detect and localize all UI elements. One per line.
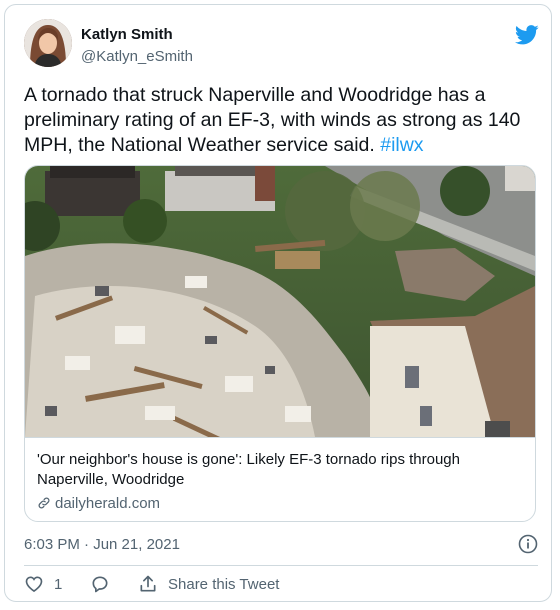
tweet-timestamp[interactable]: 6:03 PM · Jun 21, 2021 <box>24 536 180 553</box>
link-card-domain-text: dailyherald.com <box>55 495 161 512</box>
share-button[interactable]: Share this Tweet <box>138 574 279 594</box>
like-button[interactable]: 1 <box>24 574 62 594</box>
twitter-bird-icon[interactable] <box>515 25 539 45</box>
reply-button[interactable] <box>90 574 120 594</box>
share-icon <box>140 575 156 592</box>
tweet-text: A tornado that struck Naperville and Woo… <box>24 83 534 158</box>
author-handle[interactable]: @Katlyn_eSmith <box>81 48 193 65</box>
link-card-body: 'Our neighbor's house is gone': Likely E… <box>25 437 535 521</box>
divider <box>24 565 538 566</box>
author-name[interactable]: Katlyn Smith <box>81 26 173 43</box>
heart-icon <box>25 576 43 593</box>
share-label: Share this Tweet <box>168 575 280 593</box>
tweet-card: Katlyn Smith @Katlyn_eSmith A tornado th… <box>4 4 552 602</box>
reply-icon <box>92 576 108 593</box>
info-icon[interactable] <box>518 534 538 554</box>
hashtag-link[interactable]: #ilwx <box>380 134 423 156</box>
link-preview-card[interactable]: 'Our neighbor's house is gone': Likely E… <box>24 165 536 522</box>
link-icon <box>38 497 50 509</box>
link-card-title: 'Our neighbor's house is gone': Likely E… <box>37 451 460 488</box>
tweet-body: A tornado that struck Naperville and Woo… <box>24 84 521 156</box>
avatar[interactable] <box>24 19 72 67</box>
tornado-damage-photo <box>25 166 535 437</box>
link-card-domain: dailyherald.com <box>37 495 160 512</box>
like-count: 1 <box>54 575 63 593</box>
